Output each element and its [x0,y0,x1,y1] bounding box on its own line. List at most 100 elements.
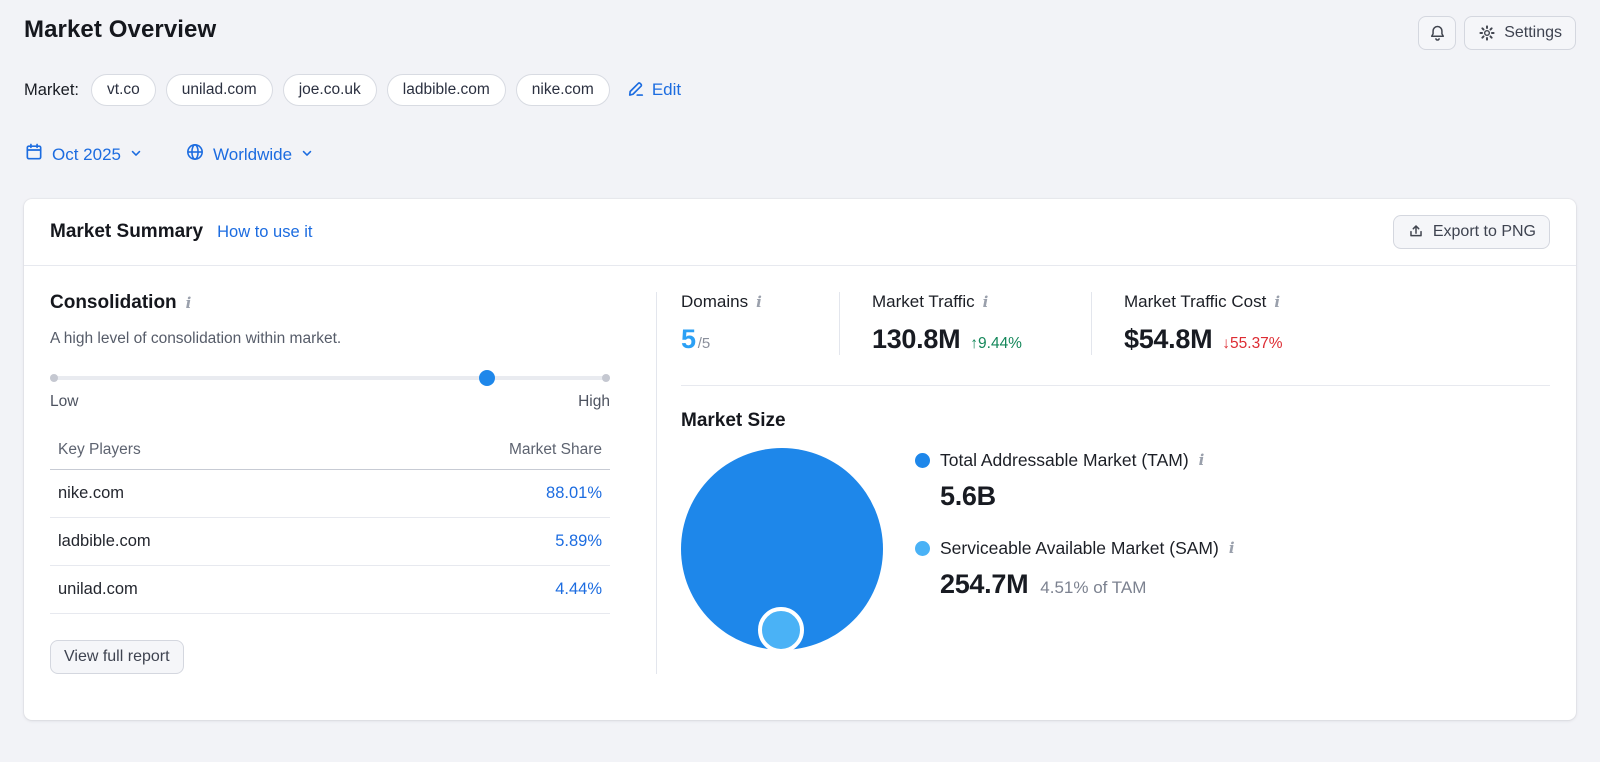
tam-value-row: 5.6B [940,481,1235,512]
export-to-png-button[interactable]: Export to PNG [1392,215,1550,249]
market-share-value[interactable]: 88.01% [546,484,602,503]
slider-min-dot [50,374,58,382]
slider-labels: Low High [50,393,610,411]
market-chip[interactable]: joe.co.uk [282,74,377,106]
settings-button[interactable]: Settings [1464,16,1576,50]
top-actions: Settings [1418,16,1576,50]
market-size-content: Total Addressable Market (TAM) 5.6B Serv… [681,448,1550,660]
key-players-table-header: Key Players Market Share [50,441,610,470]
market-traffic-cost-stat: Market Traffic Cost $54.8M ↓55.37% [1091,292,1311,355]
slider-low-label: Low [50,393,79,410]
market-traffic-cost-stat-label: Market Traffic Cost [1124,292,1283,312]
slider-max-dot [602,374,610,382]
chevron-down-icon [300,145,314,165]
market-size-legend: Total Addressable Market (TAM) 5.6B Serv… [915,448,1235,660]
view-report-button-label: View full report [64,648,170,665]
info-icon[interactable] [1229,541,1235,556]
how-to-use-link[interactable]: How to use it [217,223,312,242]
key-players-table: Key Players Market Share nike.com 88.01%… [50,441,610,614]
market-traffic-stat-label: Market Traffic [872,292,1063,312]
tam-legend-dot-icon [915,453,930,468]
consolidation-slider [50,370,610,386]
market-chip[interactable]: unilad.com [165,74,273,106]
domains-stat: Domains 5 /5 [681,292,839,355]
key-player-domain: nike.com [58,484,125,502]
calendar-icon [24,142,44,167]
domains-label-text: Domains [681,292,749,311]
table-row[interactable]: unilad.com 4.44% [50,566,610,614]
key-player-domain: ladbible.com [58,532,151,550]
domains-stat-value: 5 /5 [681,324,811,355]
top-bar: Market Overview Settings [24,16,1576,50]
domains-total: /5 [697,335,711,352]
consolidation-title: Consolidation [50,292,610,314]
market-traffic-cost-stat-value: $54.8M ↓55.37% [1124,324,1283,355]
market-traffic-value: 130.8M [872,324,961,354]
tam-legend-label: Total Addressable Market (TAM) [940,450,1189,470]
market-metrics-section: Domains 5 /5 Market Traffic 130.8M [657,292,1550,674]
view-full-report-button[interactable]: View full report [50,640,184,674]
consolidation-description: A high level of consolidation within mar… [50,330,342,347]
info-icon[interactable] [1199,453,1205,468]
info-icon[interactable] [983,295,989,310]
market-size-bubble-chart [681,448,887,660]
card-title: Market Summary [50,221,204,242]
sam-bubble[interactable] [758,607,804,653]
market-size-title: Market Size [681,410,786,431]
market-traffic-cost-change: ↓55.37% [1222,335,1283,352]
market-traffic-stat: Market Traffic 130.8M ↑9.44% [839,292,1091,355]
market-traffic-label-text: Market Traffic [872,292,975,311]
date-filter[interactable]: Oct 2025 [24,142,143,167]
export-button-label: Export to PNG [1432,223,1536,240]
info-icon[interactable] [1274,295,1280,310]
market-row: Market: vt.co unilad.com joe.co.uk ladbi… [24,74,1576,106]
slider-high-label: High [578,393,610,410]
region-filter[interactable]: Worldwide [185,142,314,167]
edit-market-link[interactable]: Edit [626,78,681,103]
domains-count: 5 [681,324,696,354]
pencil-icon [626,78,646,103]
sam-legend-item: Serviceable Available Market (SAM) [915,538,1235,559]
consolidation-section: Consolidation A high level of consolidat… [50,292,610,674]
date-filter-label: Oct 2025 [52,144,121,164]
gear-icon [1478,24,1496,42]
market-traffic-change: ↑9.44% [970,335,1022,352]
tam-value: 5.6B [940,481,996,511]
table-row[interactable]: nike.com 88.01% [50,470,610,518]
market-chip[interactable]: vt.co [91,74,156,106]
tam-legend-item: Total Addressable Market (TAM) [915,450,1235,471]
consolidation-title-text: Consolidation [50,292,177,313]
info-icon[interactable] [186,296,192,311]
sam-percent-of-tam: 4.51% of TAM [1040,578,1147,597]
market-label: Market: [24,80,80,99]
card-header: Market Summary How to use it Export to P… [24,199,1576,266]
horizontal-divider [681,385,1550,386]
table-row[interactable]: ladbible.com 5.89% [50,518,610,566]
page-title: Market Overview [24,16,217,43]
key-player-domain: unilad.com [58,580,138,598]
filters-row: Oct 2025 Worldwide [24,142,1576,167]
settings-button-label: Settings [1504,24,1562,41]
sam-legend-label: Serviceable Available Market (SAM) [940,538,1219,558]
market-traffic-stat-value: 130.8M ↑9.44% [872,324,1063,355]
market-summary-card: Market Summary How to use it Export to P… [24,199,1576,720]
sam-value-row: 254.7M 4.51% of TAM [940,569,1235,600]
consolidation-slider-thumb[interactable] [478,370,495,386]
sam-legend-dot-icon [915,541,930,556]
globe-icon [185,142,205,167]
sam-value: 254.7M [940,569,1029,599]
market-chip[interactable]: nike.com [515,74,610,106]
info-icon[interactable] [756,295,762,310]
notifications-button[interactable] [1418,16,1457,50]
key-players-column-header: Key Players [58,441,141,458]
market-chip[interactable]: ladbible.com [386,74,506,106]
market-share-value[interactable]: 4.44% [555,580,602,599]
market-traffic-cost-value: $54.8M [1124,324,1213,354]
domains-stat-label: Domains [681,292,811,312]
chevron-down-icon [129,145,143,165]
market-share-column-header: Market Share [508,441,602,458]
market-traffic-cost-label-text: Market Traffic Cost [1124,292,1267,311]
region-filter-label: Worldwide [213,144,293,164]
market-share-value[interactable]: 5.89% [555,532,602,551]
upload-icon [1407,223,1425,241]
